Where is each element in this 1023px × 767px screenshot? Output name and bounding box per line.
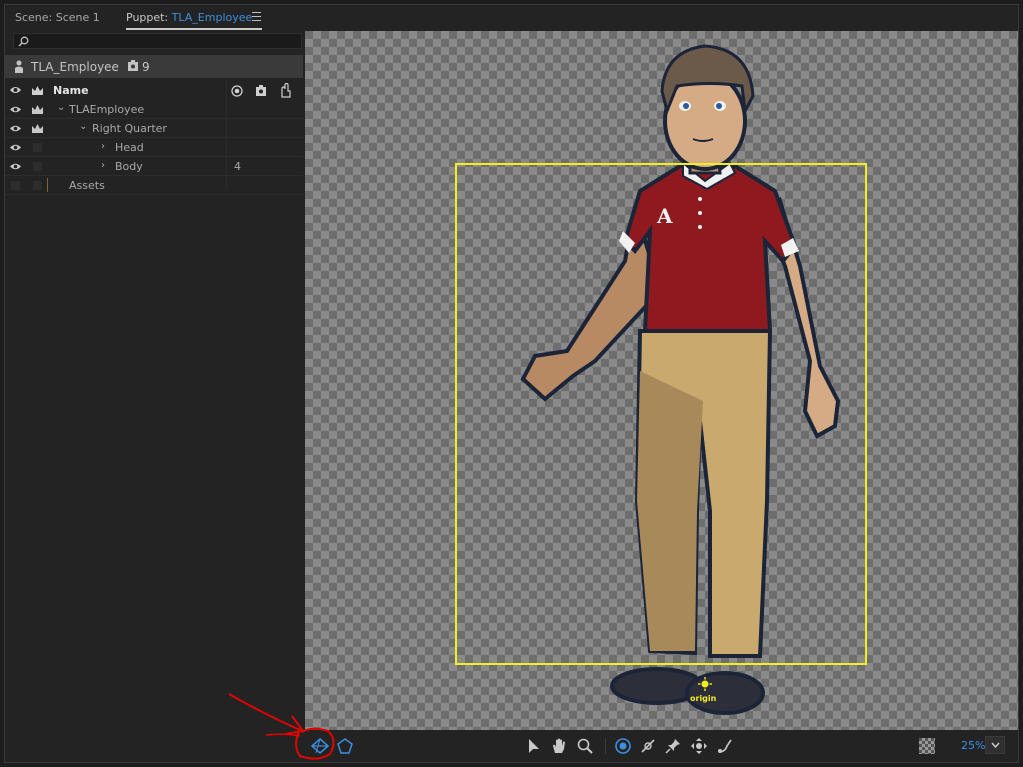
tab-scene[interactable]: Scene: Scene 1: [15, 11, 100, 24]
tab-puppet[interactable]: Puppet: TLA_Employee: [126, 11, 252, 24]
puppet-header[interactable]: TLA_Employee 9: [5, 55, 303, 78]
layer-name: Body: [115, 160, 143, 173]
handle-column-icon[interactable]: [279, 83, 291, 98]
chevron-right-icon[interactable]: ›: [101, 160, 105, 171]
name-column-label[interactable]: Name: [53, 84, 89, 97]
chevron-right-icon[interactable]: ›: [101, 141, 105, 152]
chevron-down-icon[interactable]: ⌄: [57, 102, 65, 113]
puppet-panel: TLA_Employee 9 Name ⌄ TLAEmployee ⌄ Righ…: [5, 31, 303, 762]
record-column-icon[interactable]: [231, 85, 243, 97]
crown-icon[interactable]: [31, 123, 44, 134]
layer-name: Head: [115, 141, 144, 154]
origin-label: origin: [690, 694, 717, 703]
layer-name: TLAEmployee: [69, 103, 145, 116]
tag-count: 9: [142, 60, 150, 74]
bend-tool-icon[interactable]: [717, 738, 733, 754]
crown-column-icon[interactable]: [31, 85, 44, 96]
layer-row-right-quarter[interactable]: ⌄ Right Quarter: [5, 119, 303, 138]
chevron-down-icon[interactable]: ⌄: [79, 121, 87, 132]
crown-icon[interactable]: [31, 104, 44, 115]
eye-icon[interactable]: [9, 143, 22, 152]
canvas-toolbar: 25%: [305, 730, 1018, 762]
layer-name: Assets: [69, 179, 105, 192]
transparency-grid-toggle[interactable]: [919, 738, 935, 754]
eye-icon[interactable]: [9, 162, 22, 171]
shape-tool-icon[interactable]: [337, 738, 353, 754]
dragger-tool-icon[interactable]: [691, 738, 707, 754]
crown-toggle-empty[interactable]: [33, 143, 42, 152]
origin-tool-icon[interactable]: [615, 738, 631, 754]
layer-row-body[interactable]: › Body 4: [5, 157, 303, 176]
toolbar-separator: [605, 738, 606, 754]
eye-icon[interactable]: [9, 124, 22, 133]
hand-tool-icon[interactable]: [551, 738, 567, 754]
crown-toggle-empty[interactable]: [33, 162, 42, 171]
pin-tool-icon[interactable]: [665, 738, 681, 754]
tab-puppet-name: TLA_Employee: [171, 11, 253, 24]
tag-column-icon[interactable]: [255, 85, 267, 97]
search-input[interactable]: [13, 33, 302, 49]
layer-column-header: Name: [5, 82, 303, 100]
layer-tag-value: 4: [234, 160, 241, 173]
puppet-title: TLA_Employee: [31, 60, 119, 74]
eye-icon[interactable]: [9, 105, 22, 114]
layer-row-tlaemployee[interactable]: ⌄ TLAEmployee: [5, 100, 303, 119]
puppet-icon: [15, 60, 23, 73]
stick-tool-icon[interactable]: [640, 738, 656, 754]
layer-name: Right Quarter: [92, 122, 167, 135]
origin-handle-icon[interactable]: [698, 677, 712, 691]
mesh-tool-icon[interactable]: [311, 738, 329, 754]
panel-menu-icon[interactable]: [252, 12, 261, 21]
search-icon: [18, 36, 29, 47]
visibility-toggle-empty[interactable]: [11, 181, 20, 190]
crown-toggle-empty[interactable]: [33, 181, 42, 190]
tab-bar: Scene: Scene 1 Puppet: TLA_Employee: [5, 5, 1018, 31]
assets-marker: [47, 178, 48, 192]
visibility-column-icon[interactable]: [9, 85, 22, 95]
tab-puppet-prefix: Puppet:: [126, 11, 172, 24]
active-tab-indicator: [126, 28, 262, 30]
zoom-tool-icon[interactable]: [577, 738, 593, 754]
chevron-down-icon: [991, 742, 1000, 748]
layer-row-assets[interactable]: Assets: [5, 176, 303, 195]
layer-row-head[interactable]: › Head: [5, 138, 303, 157]
zoom-level[interactable]: 25%: [961, 739, 985, 752]
tag-icon: [128, 60, 138, 71]
zoom-dropdown-button[interactable]: [985, 736, 1005, 754]
puppet-canvas[interactable]: A origin: [305, 31, 1018, 730]
puppet-bounding-box[interactable]: [455, 163, 867, 665]
select-arrow-icon[interactable]: [527, 738, 541, 754]
